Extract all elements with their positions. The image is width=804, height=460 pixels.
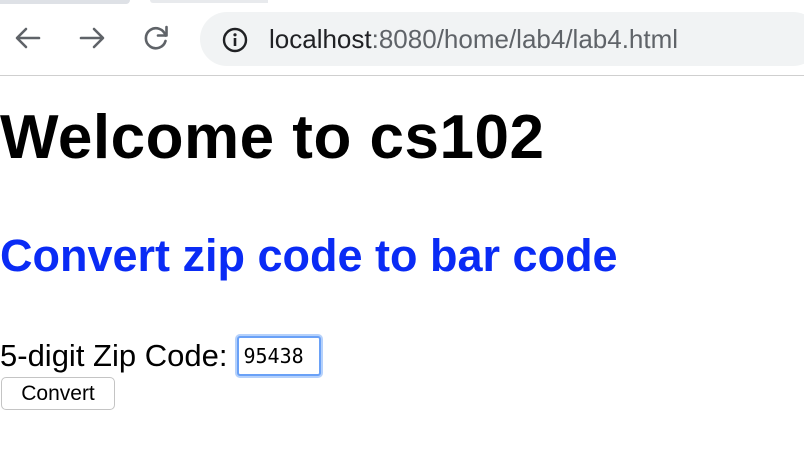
address-bar[interactable]: localhost:8080/home/lab4/lab4.html [200,12,804,66]
back-arrow-icon [15,27,41,49]
tab-strip-edge [150,0,268,3]
reload-icon [144,25,168,50]
page-content: Welcome to cs102 Convert zip code to bar… [0,76,804,460]
zip-row: 5-digit Zip Code: [0,334,322,378]
page-title: Welcome to cs102 [0,103,545,172]
back-button[interactable] [12,22,44,54]
url-text[interactable]: localhost:8080/home/lab4/lab4.html [269,23,678,55]
page-subtitle: Convert zip code to bar code [0,230,618,281]
zip-input[interactable] [237,336,322,376]
info-icon[interactable] [222,27,248,53]
url-path: :8080/home/lab4/lab4.html [371,24,679,54]
zip-label: 5-digit Zip Code: [0,338,228,373]
forward-button[interactable] [76,22,108,54]
browser-toolbar: localhost:8080/home/lab4/lab4.html [0,0,804,76]
forward-arrow-icon [79,27,105,49]
convert-button[interactable]: Convert [1,377,115,410]
reload-button[interactable] [140,22,172,54]
url-host: localhost [269,24,372,54]
tab-strip-edge [0,0,130,4]
